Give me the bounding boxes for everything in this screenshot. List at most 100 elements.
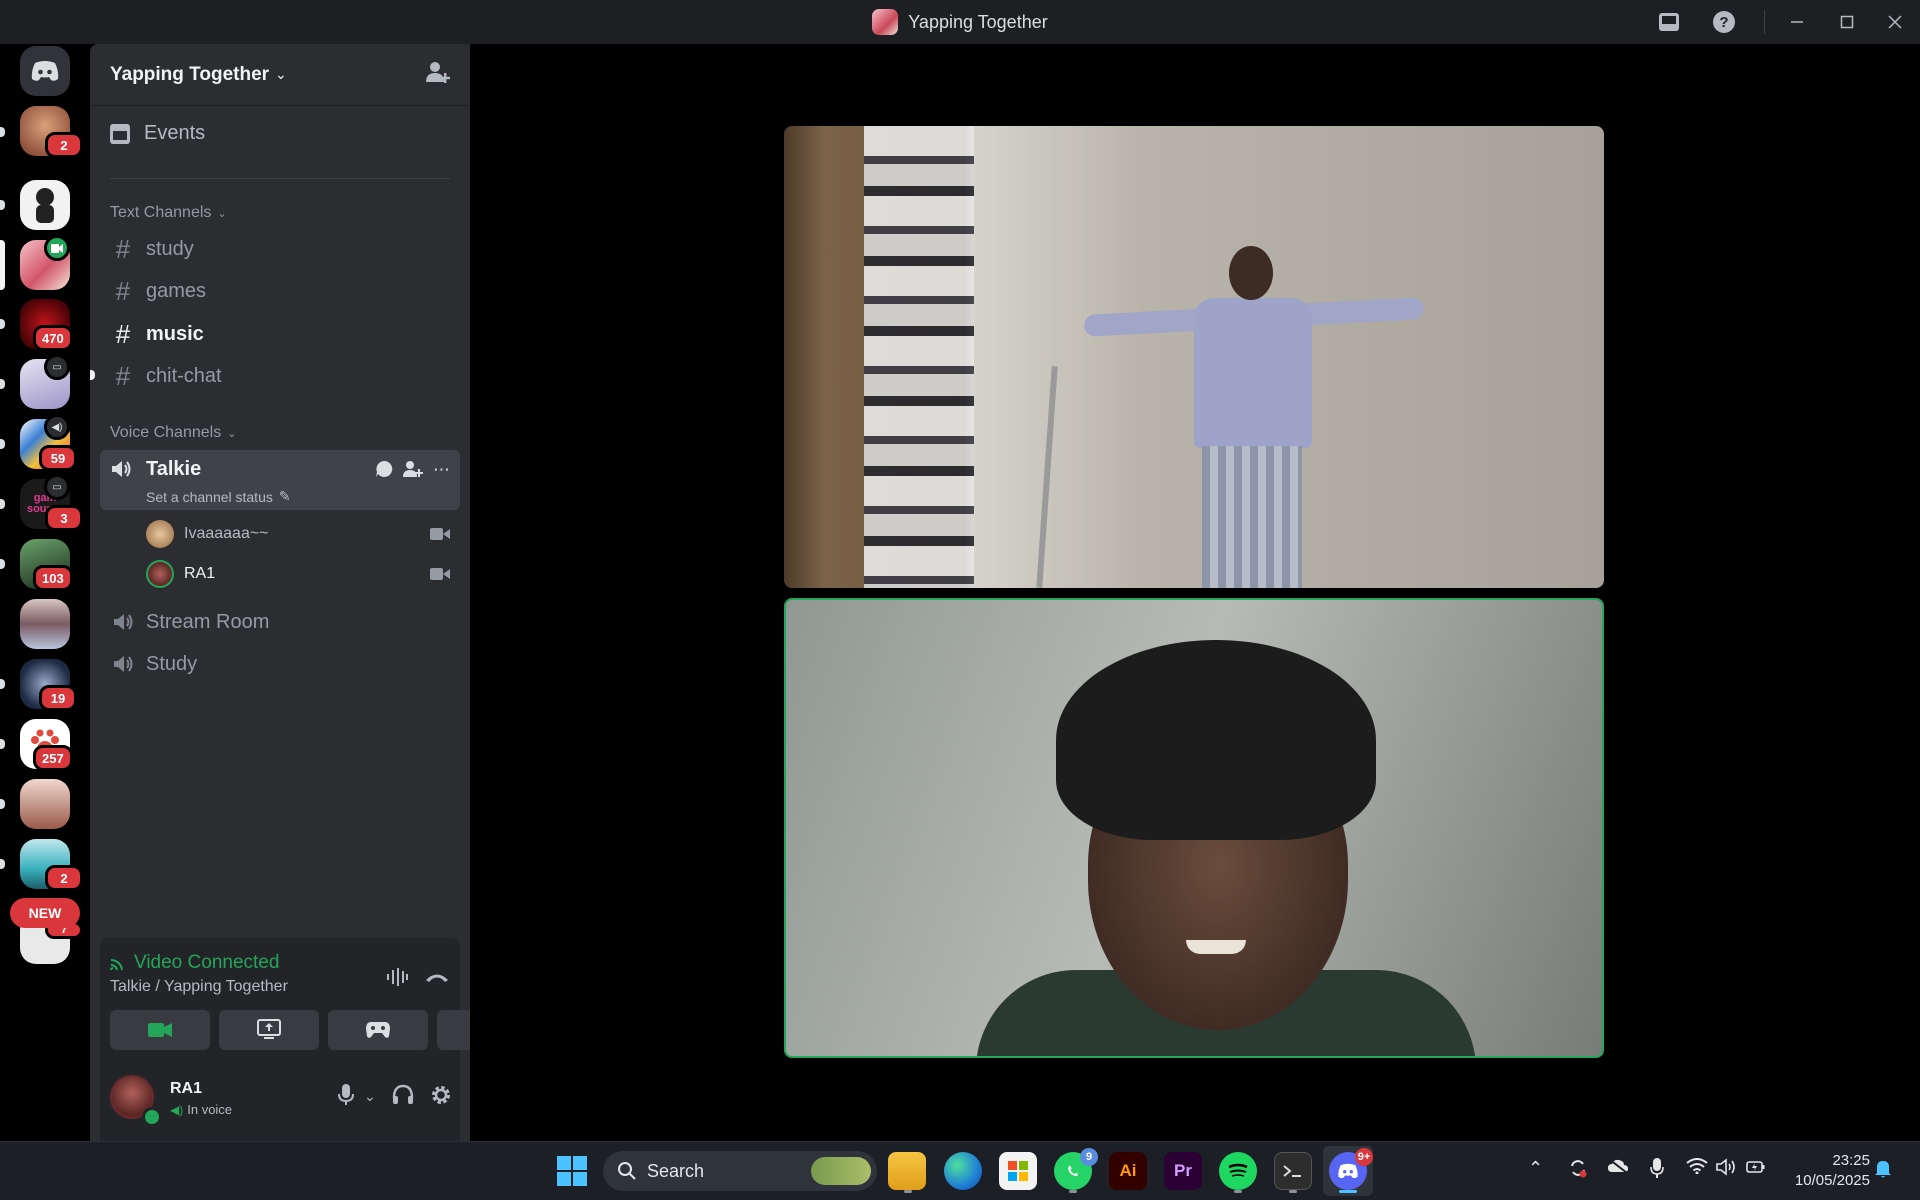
video-camera-icon: [430, 527, 450, 541]
voice-status: Video Connected: [110, 952, 279, 974]
video-stage: [470, 44, 1920, 1141]
spotify-icon[interactable]: [1219, 1152, 1257, 1190]
title-bar: Yapping Together ?: [0, 0, 1920, 44]
help-icon[interactable]: ?: [1699, 0, 1749, 44]
chat-bubble-icon[interactable]: [375, 460, 393, 483]
onedrive-cloud-off-icon[interactable]: [1607, 1158, 1629, 1179]
voice-channel-stream-room[interactable]: Stream Room: [100, 602, 460, 642]
video-frame-object: [1036, 366, 1058, 588]
voice-channel-name: Talkie: [146, 458, 202, 480]
video-active-icon: [44, 235, 70, 261]
invite-to-channel-icon[interactable]: [403, 460, 423, 483]
server-rail: 2 470 ▭ ◀) 59 gam source ▭ 3 103 19 257 …: [0, 44, 90, 1141]
server-header[interactable]: Yapping Together ⌄: [90, 44, 470, 106]
file-explorer-icon[interactable]: [888, 1152, 926, 1190]
battery-charging-icon[interactable]: [1746, 1158, 1766, 1181]
user-name[interactable]: RA1: [170, 1080, 202, 1098]
edge-icon[interactable]: [944, 1152, 982, 1190]
running-indicator: [1339, 1190, 1357, 1193]
channel-music[interactable]: # music: [100, 314, 460, 354]
voice-member[interactable]: RA1: [146, 556, 460, 592]
notification-bell-icon[interactable]: [1874, 1159, 1892, 1184]
close-icon[interactable]: [1870, 0, 1920, 44]
premiere-pro-icon[interactable]: Pr: [1164, 1152, 1202, 1190]
running-indicator: [1289, 1190, 1297, 1193]
discord-taskbar-icon[interactable]: 9+: [1329, 1148, 1373, 1190]
channel-label: games: [146, 279, 207, 302]
settings-gear-icon[interactable]: [430, 1084, 452, 1112]
server-unread-pill: [0, 200, 5, 210]
user-status: ◀) In voice: [170, 1102, 232, 1117]
windows-taskbar: Search 9 Ai Pr 9+ ⌃ 23:25 10/05/2025: [0, 1141, 1920, 1200]
avatar: [146, 520, 174, 548]
microphone-icon[interactable]: [338, 1084, 354, 1112]
new-unreads-badge[interactable]: NEW: [10, 898, 80, 928]
headphones-icon[interactable]: [392, 1084, 414, 1110]
clock-time: 23:25: [1832, 1152, 1870, 1169]
hash-icon: #: [115, 233, 131, 264]
inbox-icon[interactable]: [1644, 0, 1694, 44]
disconnect-icon[interactable]: [422, 962, 452, 992]
voice-channels-category[interactable]: Voice Channels ⌄: [110, 424, 236, 442]
user-panel: RA1 ◀) In voice ⌄: [100, 1062, 460, 1132]
minimize-icon[interactable]: [1772, 0, 1822, 44]
voice-member[interactable]: Ivaaaaaa~~: [146, 516, 460, 552]
voice-channel-study[interactable]: Study: [100, 644, 460, 684]
sync-icon[interactable]: [1568, 1158, 1588, 1183]
speaker-icon: [110, 458, 132, 480]
server-icon-2[interactable]: [20, 180, 70, 230]
taskbar-search[interactable]: Search: [603, 1151, 877, 1191]
channel-study[interactable]: # study: [100, 229, 460, 269]
direct-messages-button[interactable]: [20, 46, 70, 96]
server-unread-pill: [0, 799, 5, 809]
windows-start-icon[interactable]: [553, 1152, 591, 1190]
system-clock[interactable]: 23:25 10/05/2025: [1780, 1151, 1870, 1191]
maximize-icon[interactable]: [1822, 0, 1872, 44]
video-tile-participant-2-speaking[interactable]: [784, 598, 1604, 1058]
channel-label: Stream Room: [146, 610, 270, 633]
invite-people-icon[interactable]: [426, 61, 451, 89]
wifi-icon[interactable]: [1686, 1158, 1708, 1179]
chevron-down-icon: ⌄: [227, 427, 237, 440]
channel-status[interactable]: Set a channel status ✎: [146, 488, 291, 505]
server-badge: 470: [33, 325, 73, 351]
server-icon-12[interactable]: [20, 779, 70, 829]
server-icon-9[interactable]: [20, 599, 70, 649]
server-name: Yapping Together: [110, 63, 270, 85]
show-hidden-icons-chevron-up-icon[interactable]: ⌃: [1528, 1158, 1543, 1179]
events-row[interactable]: Events: [110, 122, 205, 145]
voice-status-label: Video Connected: [134, 952, 280, 973]
video-tile-participant-1[interactable]: [784, 126, 1604, 588]
whatsapp-icon[interactable]: 9: [1054, 1148, 1098, 1190]
discord-logo-icon: [31, 61, 59, 81]
voice-channel-actions: ⋯: [375, 460, 450, 483]
terminal-icon[interactable]: [1274, 1152, 1312, 1190]
illustrator-icon[interactable]: Ai: [1109, 1152, 1147, 1190]
noise-suppression-icon[interactable]: [382, 962, 412, 992]
window-title-group: Yapping Together: [0, 0, 1920, 44]
running-indicator: [1069, 1190, 1077, 1193]
channel-sidebar: Yapping Together ⌄ Events Text Channels …: [90, 44, 537, 1175]
user-status-label: In voice: [187, 1102, 233, 1117]
activity-button[interactable]: [328, 1010, 428, 1050]
channel-chit-chat[interactable]: # chit-chat: [100, 356, 460, 396]
channel-games[interactable]: # games: [100, 271, 460, 311]
volume-icon[interactable]: [1716, 1158, 1738, 1181]
chevron-down-icon[interactable]: ⌄: [364, 1088, 376, 1105]
notification-badge: 9+: [1355, 1148, 1373, 1166]
server-badge: 19: [39, 685, 77, 711]
server-unread-pill: [0, 319, 5, 329]
channel-label: study: [146, 237, 194, 260]
microsoft-store-icon[interactable]: [999, 1152, 1037, 1190]
more-options-icon[interactable]: ⋯: [433, 460, 450, 483]
voice-location[interactable]: Talkie / Yapping Together: [110, 978, 288, 996]
chevron-down-icon: ⌄: [217, 207, 227, 220]
voice-channel-talkie[interactable]: Talkie Set a channel status ✎ ⋯: [100, 450, 460, 510]
camera-button[interactable]: [110, 1010, 210, 1050]
text-channels-category[interactable]: Text Channels ⌄: [110, 204, 227, 222]
server-unread-pill: [0, 379, 5, 389]
screen-share-button[interactable]: [219, 1010, 319, 1050]
microphone-in-use-icon[interactable]: [1650, 1158, 1664, 1183]
server-badge: 103: [33, 565, 73, 591]
video-camera-icon: [430, 567, 450, 581]
